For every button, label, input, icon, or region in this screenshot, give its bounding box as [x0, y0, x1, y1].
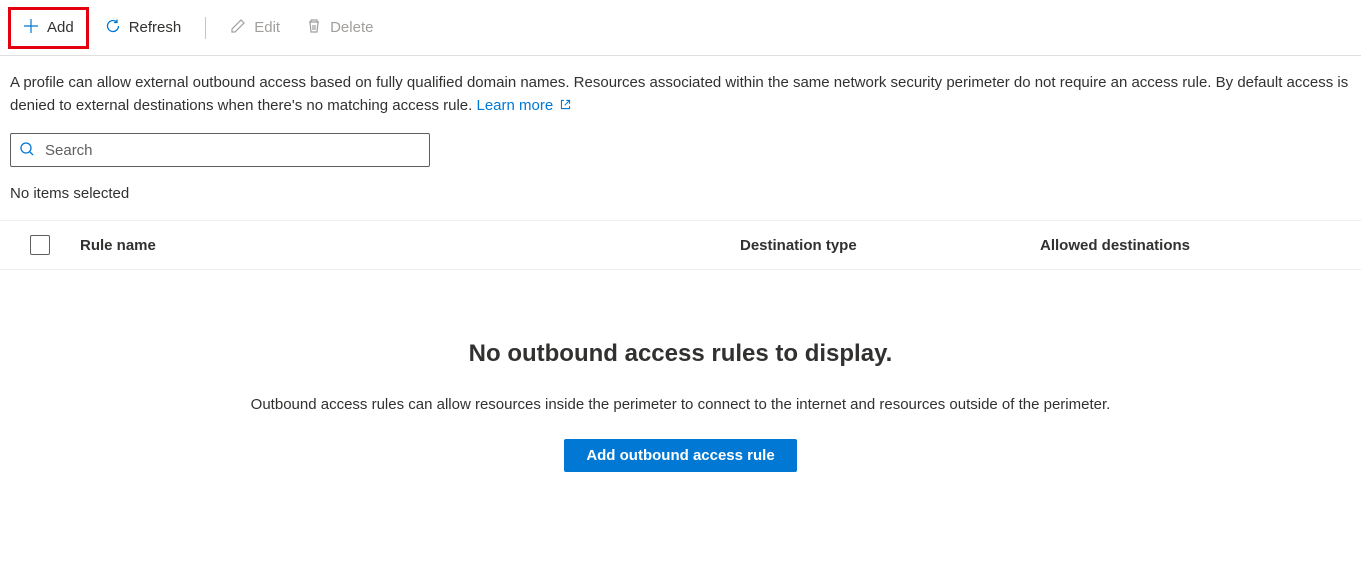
toolbar-divider	[205, 17, 206, 39]
search-input[interactable]	[45, 142, 421, 159]
add-button[interactable]: Add	[8, 7, 89, 49]
select-all-checkbox[interactable]	[30, 235, 50, 255]
learn-more-link[interactable]: Learn more	[476, 97, 572, 114]
add-button-label: Add	[47, 19, 74, 36]
refresh-button-label: Refresh	[129, 19, 182, 36]
pencil-icon	[230, 18, 246, 38]
column-destination-type[interactable]: Destination type	[740, 237, 1040, 254]
search-box[interactable]	[10, 133, 430, 167]
empty-subtitle: Outbound access rules can allow resource…	[0, 396, 1361, 413]
edit-button[interactable]: Edit	[220, 12, 290, 44]
refresh-icon	[105, 18, 121, 38]
plus-icon	[23, 18, 39, 38]
external-link-icon	[557, 97, 572, 114]
description-text: A profile can allow external outbound ac…	[0, 56, 1361, 129]
edit-button-label: Edit	[254, 19, 280, 36]
selection-status: No items selected	[0, 179, 1361, 220]
delete-button[interactable]: Delete	[296, 12, 383, 44]
add-outbound-rule-button[interactable]: Add outbound access rule	[564, 439, 796, 472]
select-all-cell	[10, 235, 80, 255]
column-rule-name[interactable]: Rule name	[80, 237, 740, 254]
delete-button-label: Delete	[330, 19, 373, 36]
trash-icon	[306, 18, 322, 38]
empty-title: No outbound access rules to display.	[0, 340, 1361, 368]
search-container	[0, 129, 1361, 179]
column-allowed-destinations[interactable]: Allowed destinations	[1040, 237, 1351, 254]
refresh-button[interactable]: Refresh	[95, 12, 192, 44]
description-body: A profile can allow external outbound ac…	[10, 74, 1348, 114]
toolbar: Add Refresh Edit Delete	[0, 0, 1361, 56]
empty-state: No outbound access rules to display. Out…	[0, 270, 1361, 472]
learn-more-label: Learn more	[476, 97, 553, 114]
table-header: Rule name Destination type Allowed desti…	[0, 220, 1361, 270]
search-icon	[19, 141, 35, 160]
